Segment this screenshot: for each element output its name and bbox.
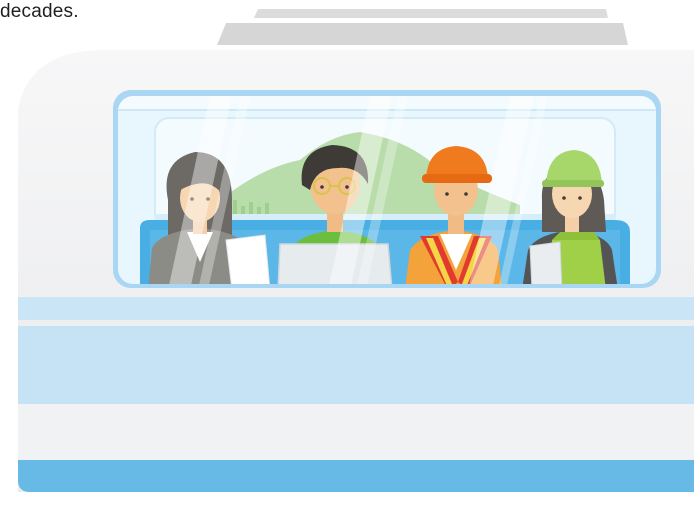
clipboard-icon (529, 241, 563, 284)
lower-panel (18, 404, 694, 460)
document-icon (225, 234, 271, 284)
train-roof (217, 9, 628, 45)
stripe-wide (18, 326, 694, 404)
stripe-thin (18, 297, 694, 320)
train-illustration (18, 9, 694, 492)
stripe-bottom (18, 460, 694, 492)
